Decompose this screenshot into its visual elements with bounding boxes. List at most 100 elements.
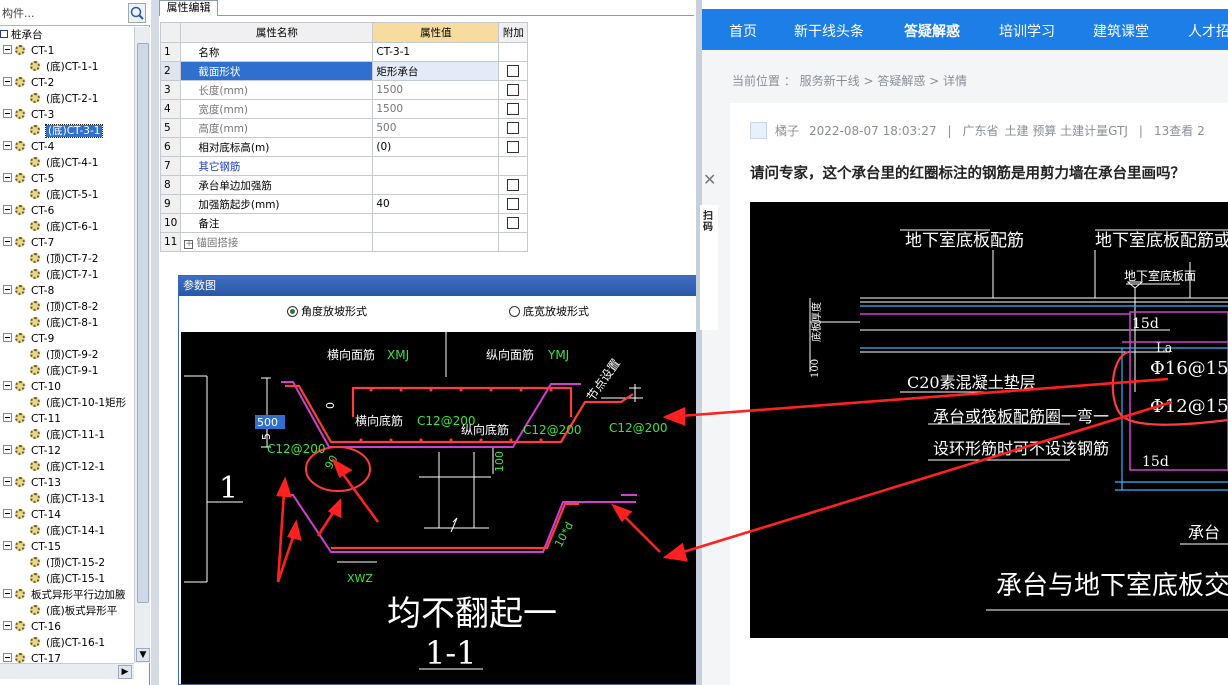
tree-root[interactable]: 桩承台: [0, 27, 43, 43]
property-row[interactable]: 6 相对底标高(m) (0): [159, 137, 529, 157]
property-value[interactable]: 40: [372, 194, 500, 214]
tree-group-item[interactable]: CT-12: [3, 443, 61, 459]
property-value[interactable]: 1500: [372, 99, 500, 119]
label-slope-rebar-value[interactable]: C12@200: [609, 421, 668, 435]
author-name[interactable]: 橘子: [775, 124, 799, 138]
label-side-rebar-value[interactable]: C12@200: [267, 442, 326, 456]
collapse-icon[interactable]: [3, 109, 12, 118]
property-row[interactable]: 11 + 锚固搭接: [159, 232, 529, 252]
tree-group-item[interactable]: CT-1: [3, 43, 54, 59]
radio-bottom-width-slope[interactable]: 底宽放坡形式: [509, 303, 589, 319]
tree-leaf-item[interactable]: (底)CT-5-1: [30, 187, 98, 203]
question-image[interactable]: 地下室底板配筋 地下室底板配筋或筏板配 地下室底板面 15d La Φ16@15…: [750, 202, 1228, 638]
tree-leaf-item[interactable]: (底)CT-11-1: [30, 427, 105, 443]
collapse-icon[interactable]: [3, 445, 12, 454]
tree-leaf-item[interactable]: (顶)CT-7-2: [30, 251, 98, 267]
label-horiz-top-code[interactable]: XMJ: [387, 348, 409, 362]
property-row[interactable]: 7 其它钢筋: [159, 156, 529, 176]
nav-item[interactable]: 首页: [729, 21, 757, 41]
extra-checkbox[interactable]: [507, 121, 520, 134]
extra-checkbox[interactable]: [507, 64, 520, 77]
close-icon[interactable]: ✕: [703, 170, 716, 189]
collapse-icon[interactable]: [3, 653, 12, 662]
extra-checkbox[interactable]: [507, 216, 520, 229]
extra-checkbox[interactable]: [507, 197, 520, 210]
nav-item[interactable]: 培训学习: [999, 21, 1055, 41]
property-row[interactable]: 4 宽度(mm) 1500: [159, 99, 529, 119]
extra-checkbox[interactable]: [507, 83, 520, 96]
label-vert-bottom-value[interactable]: C12@200: [523, 423, 582, 437]
tree-group-item[interactable]: CT-8: [3, 283, 54, 299]
tree-leaf-item[interactable]: (底)CT-9-1: [30, 363, 98, 379]
tree-group-item[interactable]: CT-17: [3, 651, 61, 663]
collapse-icon[interactable]: [3, 413, 12, 422]
tree-group-item[interactable]: CT-7: [3, 235, 54, 251]
tree-group-item[interactable]: CT-14: [3, 507, 61, 523]
property-row[interactable]: 3 长度(mm) 1500: [159, 80, 529, 100]
collapse-icon[interactable]: [3, 381, 12, 390]
label-xwz[interactable]: XWZ: [347, 572, 373, 585]
collapse-icon[interactable]: [3, 541, 12, 550]
nav-item[interactable]: 人才招: [1188, 21, 1228, 41]
scroll-right-icon[interactable]: ▶: [118, 665, 132, 679]
height-input-box[interactable]: 500: [255, 415, 285, 429]
splitter[interactable]: [151, 0, 159, 685]
tree-leaf-item[interactable]: (顶)CT-15-2: [30, 555, 105, 571]
collapse-icon[interactable]: [3, 621, 12, 630]
collapse-icon[interactable]: [3, 141, 12, 150]
tree-search-input[interactable]: 构件...: [2, 5, 35, 21]
tree-leaf-item[interactable]: (底)CT-10-1矩形: [30, 395, 126, 411]
extra-checkbox[interactable]: [507, 102, 520, 115]
property-row[interactable]: 8 承台单边加强筋: [159, 175, 529, 195]
tree-group-item[interactable]: CT-15: [3, 539, 61, 555]
tree-group-item[interactable]: CT-2: [3, 75, 54, 91]
tree-leaf-item[interactable]: (底)CT-6-1: [30, 219, 98, 235]
tree-leaf-item[interactable]: (底)CT-3-1: [30, 123, 104, 139]
tree-horizontal-scrollbar[interactable]: ▶: [0, 663, 134, 679]
property-value[interactable]: [372, 156, 500, 176]
tab-property-edit[interactable]: 属性编辑: [159, 0, 218, 16]
property-row[interactable]: 10 备注: [159, 213, 529, 233]
tree-leaf-item[interactable]: (底)CT-7-1: [30, 267, 98, 283]
tree-leaf-item[interactable]: (顶)CT-8-2: [30, 299, 98, 315]
tree-leaf-item[interactable]: (底)CT-2-1: [30, 91, 98, 107]
collapse-icon[interactable]: [3, 205, 12, 214]
tree-group-item[interactable]: CT-9: [3, 331, 54, 347]
property-value[interactable]: 500: [372, 118, 500, 138]
tree-group-item[interactable]: CT-5: [3, 171, 54, 187]
property-value[interactable]: 1500: [372, 80, 500, 100]
extra-checkbox[interactable]: [507, 140, 520, 153]
tree-leaf-item[interactable]: (底)板式异形平: [30, 603, 117, 619]
collapse-icon[interactable]: [3, 77, 12, 86]
property-value[interactable]: (0): [372, 137, 500, 157]
collapse-icon[interactable]: [3, 477, 12, 486]
tree-group-item[interactable]: CT-11: [3, 411, 61, 427]
property-row[interactable]: 5 高度(mm) 500: [159, 118, 529, 138]
tree-group-item[interactable]: 板式异形平行边加腋: [3, 587, 126, 603]
label-vert-top-code[interactable]: YMJ: [547, 348, 569, 362]
property-value[interactable]: [372, 213, 500, 233]
property-row[interactable]: 2 截面形状 矩形承台: [159, 61, 529, 81]
property-value[interactable]: 矩形承台: [372, 61, 500, 81]
expand-icon[interactable]: +: [184, 239, 194, 249]
collapse-icon[interactable]: [3, 589, 12, 598]
collapse-icon[interactable]: [3, 509, 12, 518]
nav-item[interactable]: 新干线头条: [794, 21, 864, 41]
height-input-value[interactable]: 500: [257, 416, 278, 429]
scroll-down-icon[interactable]: ▼: [136, 648, 150, 662]
collapse-icon[interactable]: [3, 285, 12, 294]
tree-vertical-scrollbar[interactable]: ▼: [134, 27, 150, 663]
tree-group-item[interactable]: CT-4: [3, 139, 54, 155]
nav-item[interactable]: 答疑解惑: [904, 21, 960, 41]
tree-group-item[interactable]: CT-3: [3, 107, 54, 123]
nav-item[interactable]: 建筑课堂: [1093, 21, 1149, 41]
avatar-icon[interactable]: [750, 122, 767, 139]
property-row[interactable]: 9 加强筋起步(mm) 40: [159, 194, 529, 214]
extra-checkbox[interactable]: [507, 178, 520, 191]
collapse-icon[interactable]: [3, 237, 12, 246]
tree-leaf-item[interactable]: (底)CT-1-1: [30, 59, 98, 75]
tags[interactable]: 土建 预算 土建计量GTJ: [1005, 124, 1128, 138]
tree-leaf-item[interactable]: (底)CT-4-1: [30, 155, 98, 171]
tree-group-item[interactable]: CT-13: [3, 475, 61, 491]
tree-leaf-item[interactable]: (底)CT-12-1: [30, 459, 105, 475]
